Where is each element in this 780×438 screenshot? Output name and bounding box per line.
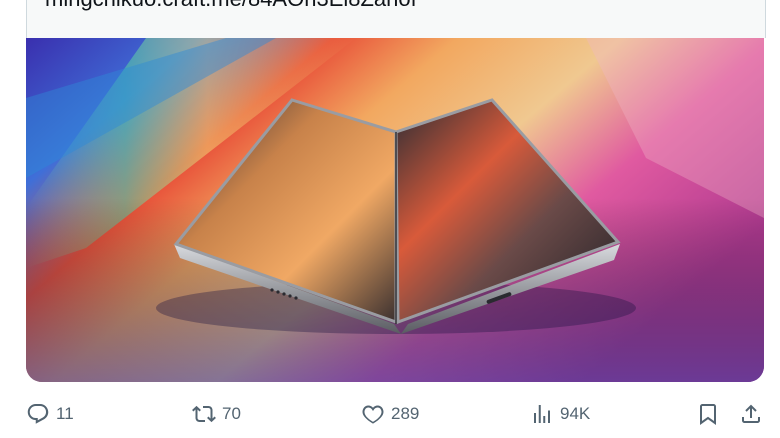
link-card-url: mingchikuo.craft.me/84AOh3Ei8Zahof	[45, 0, 417, 12]
like-button[interactable]: 289	[361, 394, 419, 434]
share-icon	[739, 402, 763, 426]
tweet-image[interactable]	[26, 38, 764, 382]
bookmark-icon	[696, 402, 720, 426]
tweet-action-bar: 11 70 289 94K	[0, 394, 780, 434]
reply-icon	[26, 402, 50, 426]
analytics-icon	[530, 402, 554, 426]
repost-button[interactable]: 70	[192, 394, 241, 434]
views-count: 94K	[560, 404, 591, 423]
reply-count: 11	[56, 404, 74, 423]
share-button[interactable]	[739, 394, 763, 434]
views-button[interactable]: 94K	[530, 394, 590, 434]
repost-icon	[192, 402, 216, 426]
foldable-phone-image	[26, 38, 764, 382]
repost-count: 70	[222, 404, 241, 423]
reply-button[interactable]: 11	[26, 394, 74, 434]
bookmark-button[interactable]	[696, 394, 720, 434]
like-count: 289	[391, 404, 420, 423]
tweet-media-section: mingchikuo.craft.me/84AOh3Ei8Zahof	[0, 0, 780, 438]
heart-icon	[361, 402, 385, 426]
link-card-caption[interactable]: mingchikuo.craft.me/84AOh3Ei8Zahof	[26, 0, 766, 38]
